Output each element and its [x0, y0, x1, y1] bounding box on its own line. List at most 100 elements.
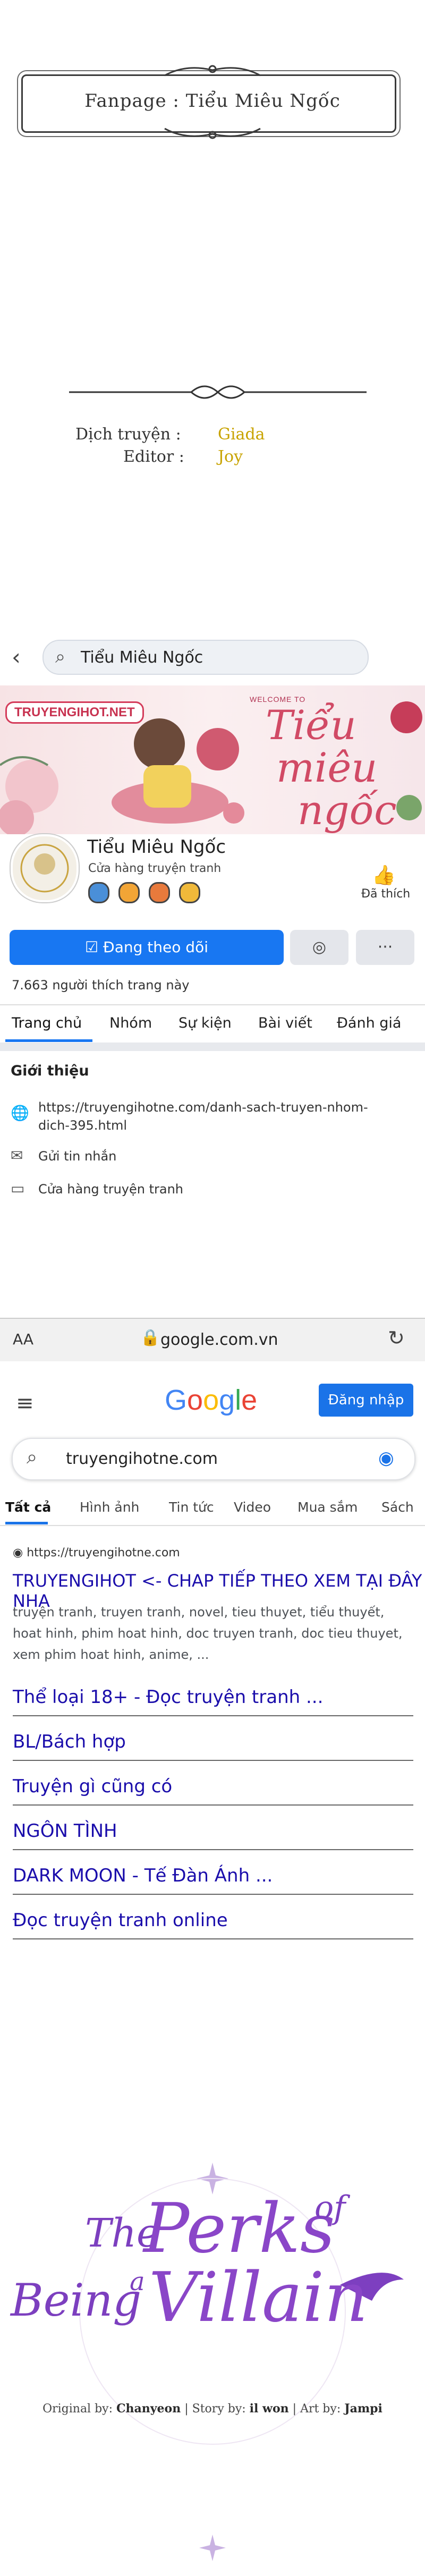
sitelink[interactable]: Truyện gì cũng có — [13, 1776, 413, 1806]
ornament-top-icon — [164, 65, 261, 77]
ornament-bottom-icon — [164, 128, 261, 139]
address-url[interactable]: google.com.vn — [160, 1331, 278, 1349]
badge-icon — [88, 882, 109, 903]
sitelink[interactable]: Đọc truyện tranh online — [13, 1910, 413, 1939]
following-button[interactable]: ☑ Đang theo dõi — [10, 930, 284, 965]
page-category: Cửa hàng truyện tranh — [88, 862, 222, 875]
logo-being: Being — [11, 2274, 142, 2326]
tab-images[interactable]: Hình ảnh — [80, 1499, 139, 1515]
intro-link-line1[interactable]: https://truyengihotne.com/danh-sach-truy… — [38, 1100, 368, 1115]
active-tab-indicator — [5, 1522, 48, 1524]
cover-title-line2: miêu — [276, 744, 378, 791]
hamburger-menu-icon[interactable]: ≡ — [16, 1391, 34, 1416]
lock-icon: 🔒 — [140, 1328, 160, 1347]
cover-site-label: TRUYENGIHOT.NET — [5, 701, 144, 724]
translator-value: Giada — [218, 425, 265, 444]
sitelink[interactable]: BL/Bách hợp — [13, 1731, 413, 1761]
fb-search-input[interactable]: ⌕ Tiểu Miêu Ngốc — [42, 640, 369, 675]
editor-label: Editor : — [123, 447, 184, 466]
ornamental-divider-icon — [69, 385, 367, 399]
badge-icon — [179, 882, 201, 903]
site-favicon-icon: ◉ — [13, 1546, 27, 1560]
fb-search-bar: ‹ ⌕ Tiểu Miêu Ngốc — [0, 632, 425, 680]
google-logo: Google — [165, 1384, 257, 1417]
google-logo-letter: l — [235, 1384, 242, 1416]
sitelink[interactable]: NGÔN TÌNH — [13, 1820, 413, 1850]
avatar-logo-icon — [20, 844, 69, 893]
series-credits: Original by: Chanyeon | Story by: il won… — [0, 2402, 425, 2416]
google-logo-letter: g — [219, 1384, 235, 1416]
divider — [0, 1525, 425, 1526]
likes-count: 7.663 người thích trang này — [12, 978, 190, 993]
tab-all[interactable]: Tất cả — [5, 1499, 51, 1515]
fb-search-text: Tiểu Miêu Ngốc — [81, 648, 203, 667]
divider — [0, 1043, 425, 1051]
tab-video[interactable]: Video — [234, 1499, 271, 1515]
like-status[interactable]: Đã thích — [361, 887, 410, 901]
sign-in-button[interactable]: Đăng nhập — [319, 1384, 413, 1417]
original-value: Chanyeon — [116, 2402, 181, 2416]
reload-icon[interactable]: ↻ — [388, 1326, 405, 1350]
editor-value: Joy — [218, 447, 243, 466]
google-search-screenshot: ≡ Google Đăng nhập ⌕ truyengihotne.com ◉… — [0, 1376, 425, 1987]
result-url-text: https://truyengihotne.com — [27, 1546, 180, 1560]
tab-books[interactable]: Sách — [381, 1499, 414, 1515]
logo-villain: Villain — [149, 2258, 368, 2337]
logo-perks: Perks — [143, 2189, 335, 2268]
back-arrow-icon[interactable]: ‹ — [12, 644, 21, 670]
art-value: Jampi — [344, 2402, 382, 2416]
check-icon: ☑ — [85, 938, 104, 956]
google-logo-letter: e — [241, 1384, 258, 1416]
badge-row — [88, 882, 207, 903]
tab-groups[interactable]: Nhóm — [109, 1015, 152, 1031]
original-label: Original by: — [42, 2402, 113, 2416]
page-tabs: Trang chủ Nhóm Sự kiện Bài viết Đánh giá — [0, 1004, 425, 1044]
tab-home[interactable]: Trang chủ — [12, 1015, 82, 1031]
send-message-link[interactable]: Gửi tin nhắn — [38, 1149, 116, 1164]
cover-photo: TRUYENGIHOT.NET WELCOME TO Tiểu miêu ngố… — [0, 685, 425, 834]
tab-reviews[interactable]: Đánh giá — [337, 1015, 401, 1031]
google-logo-letter: o — [187, 1384, 203, 1416]
text-size-button[interactable]: AA — [13, 1331, 33, 1348]
tab-shopping[interactable]: Mua sắm — [298, 1499, 358, 1515]
intro-link-line2[interactable]: dich-395.html — [38, 1118, 127, 1133]
tab-news[interactable]: Tin tức — [169, 1499, 214, 1515]
active-tab-indicator — [5, 1039, 92, 1042]
fanpage-label: Fanpage : Tiểu Miêu Ngốc — [84, 90, 341, 112]
thumbs-up-icon[interactable]: 👍 — [372, 864, 396, 886]
avatar[interactable] — [11, 834, 79, 902]
credit-separator: | — [184, 2402, 192, 2416]
page-title: Tiểu Miêu Ngốc — [87, 836, 226, 858]
sitelink[interactable]: DARK MOON - Tế Đàn Ánh ... — [13, 1865, 413, 1895]
google-logo-letter: G — [165, 1384, 188, 1416]
result-url[interactable]: ◉ https://truyengihotne.com — [13, 1546, 180, 1560]
credit-separator: | — [292, 2402, 301, 2416]
translator-label: Dịch truyện : — [75, 425, 181, 444]
badge-icon — [149, 882, 171, 903]
messenger-icon[interactable]: ◎ — [290, 930, 348, 965]
following-button-label: Đang theo dõi — [103, 938, 208, 956]
facebook-page-screenshot: ‹ ⌕ Tiểu Miêu Ngốc TRUYENGIHOT.NET WELCO… — [0, 632, 425, 1361]
badge-icon — [118, 882, 140, 903]
globe-icon: 🌐 — [11, 1104, 29, 1122]
story-value: il won — [249, 2402, 289, 2416]
shop-link[interactable]: Cửa hàng truyện tranh — [38, 1182, 183, 1197]
browser-address-bar: AA 🔒 google.com.vn ↻ — [0, 1318, 425, 1361]
result-snippet: truyện tranh, truyen tranh, novel, tieu … — [13, 1605, 403, 1662]
more-icon[interactable]: ··· — [356, 930, 414, 965]
series-logo: The Perks of Being a Villain Original by… — [0, 2152, 425, 2566]
logo-a: a — [130, 2267, 145, 2297]
camera-search-icon[interactable]: ◉ — [378, 1447, 394, 1469]
sitelink[interactable]: Thể loại 18+ - Đọc truyện tranh ... — [13, 1687, 413, 1716]
search-icon: ⌕ — [27, 1446, 38, 1468]
story-label: Story by: — [192, 2402, 246, 2416]
intro-heading: Giới thiệu — [11, 1063, 89, 1079]
tab-posts[interactable]: Bài viết — [258, 1015, 312, 1031]
cover-title-line1: Tiểu — [266, 701, 356, 749]
tab-events[interactable]: Sự kiện — [178, 1015, 232, 1031]
shop-icon: ▭ — [11, 1180, 25, 1197]
search-icon: ⌕ — [55, 646, 66, 667]
logo-of: of — [314, 2189, 346, 2226]
google-search-input[interactable]: ⌕ truyengihotne.com ◉ — [12, 1438, 415, 1480]
search-query: truyengihotne.com — [66, 1450, 218, 1468]
